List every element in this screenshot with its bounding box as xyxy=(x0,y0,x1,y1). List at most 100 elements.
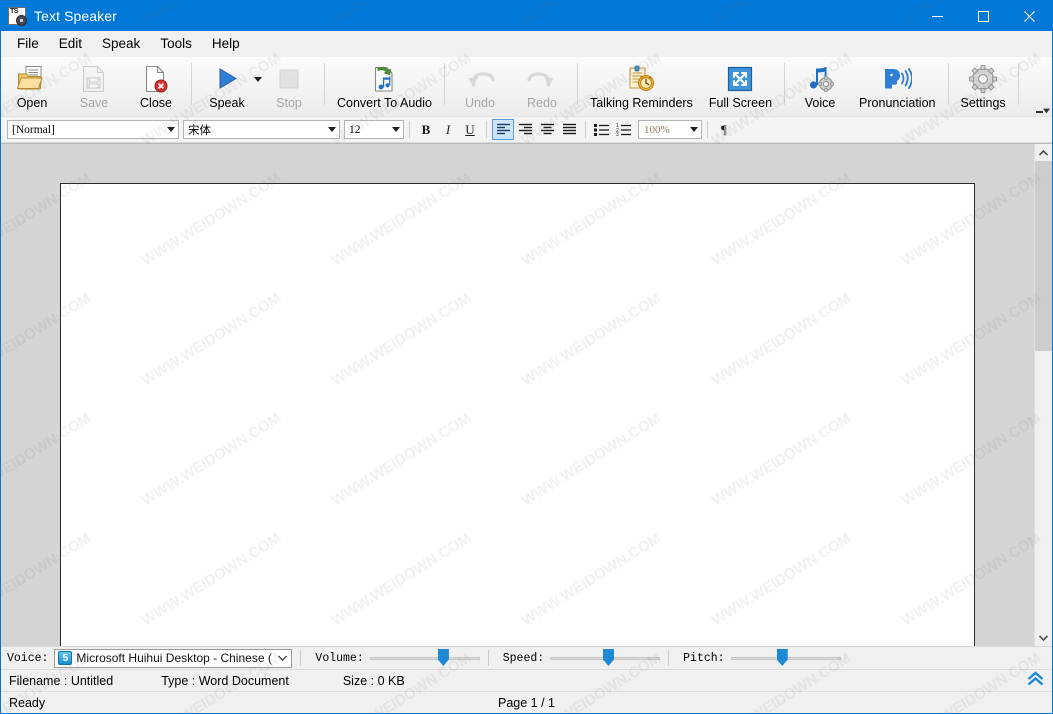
toolbar-button-voice[interactable]: Voice xyxy=(789,57,851,116)
toolbar-label-voice: Voice xyxy=(804,96,836,110)
toolbar-separator-4 xyxy=(576,63,578,105)
close-button[interactable] xyxy=(1006,1,1052,31)
menu-help[interactable]: Help xyxy=(202,33,250,55)
font-chevron-down-icon[interactable] xyxy=(324,121,339,138)
toolbar-button-talking-reminders[interactable]: Talking Reminders xyxy=(582,57,701,116)
maximize-button[interactable] xyxy=(960,1,1006,31)
menu-speak[interactable]: Speak xyxy=(92,33,150,55)
align-center-icon xyxy=(540,123,554,135)
format-separator-1 xyxy=(409,121,410,138)
numbered-list-button[interactable]: 123 xyxy=(613,119,635,140)
toolbar-button-speak[interactable]: Speak xyxy=(196,57,262,116)
voice-index-badge: 5 xyxy=(58,651,73,665)
voice-separator-3 xyxy=(668,650,670,666)
format-separator-4 xyxy=(707,121,708,138)
voice-chevron-down-icon[interactable] xyxy=(273,655,291,661)
align-left-button[interactable] xyxy=(492,119,514,140)
align-left-icon xyxy=(496,123,510,135)
align-justify-icon xyxy=(562,123,576,135)
align-right-button[interactable] xyxy=(514,119,536,140)
info-size: Size : 0 KB xyxy=(342,673,405,688)
voice-selected-value: Microsoft Huihui Desktop - Chinese ( xyxy=(76,651,272,665)
toolbar-button-pronunciation[interactable]: Pronunciation xyxy=(851,57,943,116)
info-filename: Filename : Untitled xyxy=(9,673,114,688)
toolbar-button-settings[interactable]: Settings xyxy=(953,57,1014,116)
voice-combobox[interactable]: 5 Microsoft Huihui Desktop - Chinese ( xyxy=(54,648,293,668)
pitch-slider-thumb[interactable] xyxy=(776,649,788,666)
save-floppy-icon xyxy=(78,63,110,95)
format-separator-3 xyxy=(585,121,586,138)
style-combobox[interactable]: [Normal] xyxy=(7,120,179,139)
underline-button[interactable]: U xyxy=(459,119,481,140)
font-combobox[interactable]: 宋体 xyxy=(183,120,340,139)
document-canvas[interactable] xyxy=(1,144,1034,646)
minimize-button[interactable] xyxy=(914,1,960,31)
pilcrow-icon: ¶ xyxy=(721,121,727,137)
file-info-bar: Filename : Untitled Type : Word Document… xyxy=(1,669,1052,691)
speed-slider-thumb[interactable] xyxy=(602,649,614,666)
toolbar-label-talking-reminders: Talking Reminders xyxy=(589,96,693,110)
font-size-chevron-down-icon[interactable] xyxy=(388,121,403,138)
svg-text:3: 3 xyxy=(616,132,619,136)
toolbar-separator-3 xyxy=(443,63,445,105)
toolbar-button-open[interactable]: Open xyxy=(1,57,63,116)
menu-edit[interactable]: Edit xyxy=(49,33,92,55)
document-area xyxy=(1,143,1052,646)
toolbar-button-undo[interactable]: Undo xyxy=(449,57,511,116)
scroll-thumb[interactable] xyxy=(1035,161,1052,351)
toolbar-button-full-screen[interactable]: Full Screen xyxy=(701,57,780,116)
align-right-icon xyxy=(518,123,532,135)
italic-button[interactable]: I xyxy=(437,119,459,140)
toolbar-button-redo[interactable]: Redo xyxy=(511,57,573,116)
toolbar-button-convert-to-audio[interactable]: Convert To Audio xyxy=(329,57,440,116)
zoom-value: 100% xyxy=(644,123,670,136)
align-justify-button[interactable] xyxy=(558,119,580,140)
font-size-combobox[interactable]: 12 xyxy=(344,120,404,139)
convert-to-audio-icon xyxy=(368,63,400,95)
window-controls xyxy=(914,1,1052,31)
toolbar-label-stop: Stop xyxy=(276,96,302,110)
toolbar-label-save: Save xyxy=(79,96,109,110)
voice-separator-1 xyxy=(300,650,302,666)
pitch-slider[interactable] xyxy=(730,649,841,666)
toolbar-label-open: Open xyxy=(16,96,48,110)
style-value: [Normal] xyxy=(12,123,55,136)
toolbar-label-speak: Speak xyxy=(209,96,245,110)
chevron-up-icon xyxy=(1039,149,1048,156)
document-page[interactable] xyxy=(60,183,975,646)
scroll-up-button[interactable] xyxy=(1035,144,1052,161)
play-triangle-icon xyxy=(211,63,243,95)
app-icon: TS xyxy=(8,7,27,26)
toolbar-label-convert-to-audio: Convert To Audio xyxy=(337,96,432,110)
style-chevron-down-icon[interactable] xyxy=(163,121,178,138)
volume-slider[interactable] xyxy=(369,649,480,666)
toolbar-button-stop[interactable]: Stop xyxy=(258,57,320,116)
format-separator-2 xyxy=(486,121,487,138)
toolbar-button-save[interactable]: Save xyxy=(63,57,125,116)
speed-slider[interactable] xyxy=(550,649,661,666)
show-formatting-marks-button[interactable]: ¶ xyxy=(713,119,735,140)
scroll-down-button[interactable] xyxy=(1035,629,1052,646)
application-window: TS Text Speaker File Edit Speak Tools He… xyxy=(0,0,1053,714)
stop-square-icon xyxy=(273,63,305,95)
toolbar-separator-1 xyxy=(191,63,192,105)
toolbar-label-full-screen: Full Screen xyxy=(708,96,773,110)
align-center-button[interactable] xyxy=(536,119,558,140)
zoom-chevron-down-icon[interactable] xyxy=(686,121,701,138)
settings-gear-icon xyxy=(967,63,999,95)
volume-slider-track xyxy=(369,657,480,660)
volume-slider-thumb[interactable] xyxy=(437,649,449,666)
full-screen-icon xyxy=(724,63,756,95)
pitch-label: Pitch: xyxy=(683,651,725,665)
vertical-scrollbar[interactable] xyxy=(1034,144,1052,646)
toolbar-button-close-doc[interactable]: Close xyxy=(125,57,187,116)
double-chevron-up-icon[interactable] xyxy=(1027,671,1044,691)
toolbar-separator-2 xyxy=(324,63,325,105)
bullet-list-button[interactable] xyxy=(591,119,613,140)
menu-file[interactable]: File xyxy=(7,33,49,55)
bold-button[interactable]: B xyxy=(415,119,437,140)
menu-tools[interactable]: Tools xyxy=(150,33,202,55)
toolbar-overflow-button[interactable] xyxy=(1036,98,1050,114)
toolbar-separator-5 xyxy=(784,63,786,105)
zoom-combobox[interactable]: 100% xyxy=(638,120,702,139)
